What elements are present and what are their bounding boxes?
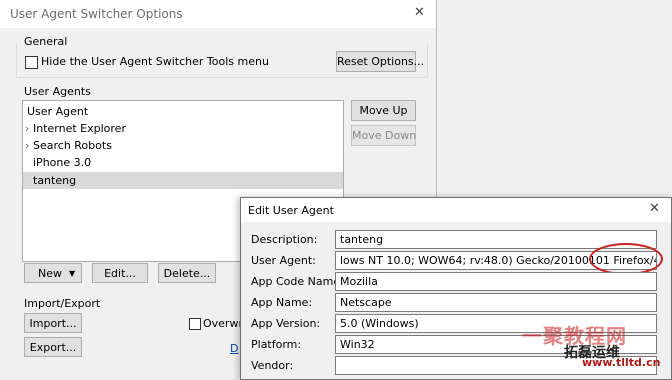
import-button[interactable]: Import... xyxy=(24,313,82,333)
new-button-label: New xyxy=(38,267,62,280)
hide-menu-checkbox[interactable] xyxy=(25,56,38,69)
tree-item-label: iPhone 3.0 xyxy=(33,156,92,169)
app-code-name-field[interactable]: Mozilla xyxy=(335,272,657,291)
platform-label: Platform: xyxy=(251,338,302,351)
vendor-label: Vendor: xyxy=(251,359,294,372)
tree-item-label: Search Robots xyxy=(33,139,112,152)
import-export-legend: Import/Export xyxy=(24,297,101,310)
new-button[interactable]: New ▼ xyxy=(24,263,82,283)
app-name-label: App Name: xyxy=(251,296,313,309)
annotation-circle xyxy=(589,243,663,275)
app-version-label: App Version: xyxy=(251,317,321,330)
move-down-button[interactable]: Move Down xyxy=(351,125,416,146)
move-up-button[interactable]: Move Up xyxy=(351,100,416,121)
window-title: User Agent Switcher Options xyxy=(10,7,183,21)
app-code-name-label: App Code Name: xyxy=(251,275,344,288)
app-name-field[interactable]: Netscape xyxy=(335,293,657,312)
edit-button[interactable]: Edit... xyxy=(92,263,148,283)
watermark: 一聚教程网 www.tlltd.cn 拓磊运维 xyxy=(520,322,668,376)
reset-options-button[interactable]: Reset Options... xyxy=(336,51,424,72)
description-label: Description: xyxy=(251,233,318,246)
chevron-right-icon[interactable]: › xyxy=(25,120,29,137)
tree-item-tanteng[interactable]: tanteng xyxy=(23,172,343,189)
tree-item-internet-explorer[interactable]: › Internet Explorer xyxy=(23,120,343,137)
tree-item-label: tanteng xyxy=(33,174,77,187)
dialog-titlebar: Edit User Agent ✕ xyxy=(241,198,671,222)
tree-item-search-robots[interactable]: › Search Robots xyxy=(23,137,343,154)
delete-button[interactable]: Delete... xyxy=(158,263,216,283)
hide-menu-label: Hide the User Agent Switcher Tools menu xyxy=(41,55,269,68)
tree-header: User Agent xyxy=(27,105,89,118)
close-icon[interactable]: ✕ xyxy=(649,201,660,216)
close-icon[interactable]: ✕ xyxy=(414,5,425,20)
tree-item-label: Internet Explorer xyxy=(33,122,126,135)
link-fragment[interactable]: D xyxy=(230,342,238,355)
user-agent-label: User Agent: xyxy=(251,254,316,267)
window-titlebar: User Agent Switcher Options ✕ xyxy=(0,0,436,28)
dropdown-arrow-icon[interactable]: ▼ xyxy=(69,264,75,284)
overwrite-checkbox[interactable] xyxy=(189,318,201,330)
dialog-title: Edit User Agent xyxy=(248,204,334,217)
user-agents-legend: User Agents xyxy=(24,85,91,98)
watermark-brand: 拓磊运维 xyxy=(564,345,620,361)
tree-item-iphone[interactable]: iPhone 3.0 xyxy=(23,154,343,171)
export-button[interactable]: Export... xyxy=(24,337,82,357)
chevron-right-icon[interactable]: › xyxy=(25,137,29,154)
